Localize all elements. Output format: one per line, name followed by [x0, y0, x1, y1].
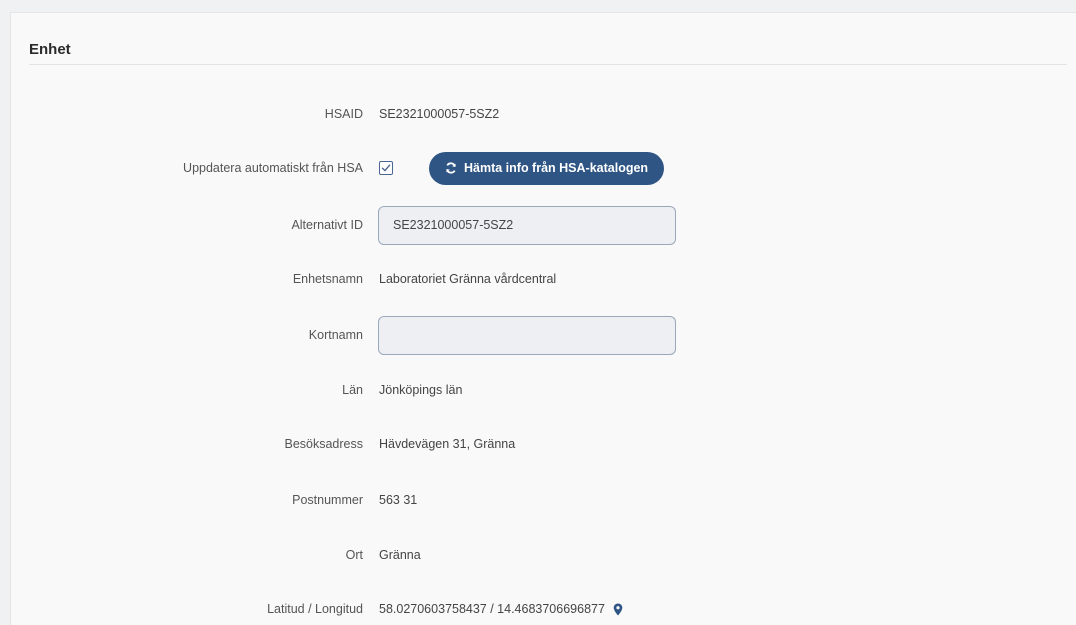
fetch-hsa-button[interactable]: Hämta info från HSA-katalogen	[429, 151, 665, 185]
county-value: Jönköpings län	[379, 383, 463, 397]
visit-address-value: Hävdevägen 31, Gränna	[379, 437, 516, 451]
alt-id-label: Alternativt ID	[291, 218, 363, 232]
city-value: Gränna	[379, 548, 421, 562]
county-row: Län Jönköpings län	[11, 380, 1076, 400]
coordinates-label: Latitud / Longitud	[267, 602, 363, 616]
section-divider	[29, 64, 1067, 65]
check-icon	[381, 164, 391, 172]
hsaid-row: HSAID SE2321000057-5SZ2	[11, 104, 1076, 124]
section-title: Enhet	[29, 41, 71, 58]
short-name-wrapper	[378, 315, 676, 355]
alt-id-wrapper	[378, 205, 676, 245]
unit-name-row: Enhetsnamn Laboratoriet Gränna vårdcentr…	[11, 269, 1076, 289]
hsaid-label: HSAID	[324, 107, 363, 121]
unit-name-label: Enhetsnamn	[292, 272, 363, 286]
auto-update-checkbox[interactable]	[379, 161, 393, 175]
auto-update-controls: Hämta info från HSA-katalogen	[379, 151, 665, 185]
postal-code-row: Postnummer 563 31	[11, 490, 1076, 510]
unit-name-value: Laboratoriet Gränna vårdcentral	[379, 272, 557, 286]
postal-code-value: 563 31	[379, 493, 418, 507]
refresh-icon	[446, 162, 456, 174]
auto-update-row: Uppdatera automatiskt från HSA Hämta inf…	[11, 151, 1076, 185]
short-name-label: Kortnamn	[308, 328, 363, 342]
hsaid-value: SE2321000057-5SZ2	[379, 107, 500, 121]
coordinates-wrapper: 58.0270603758437 / 14.4683706696877	[379, 602, 623, 616]
alt-id-row: Alternativt ID	[11, 205, 1076, 245]
postal-code-label: Postnummer	[292, 493, 363, 507]
short-name-row: Kortnamn	[11, 315, 1076, 355]
coordinates-value: 58.0270603758437 / 14.4683706696877	[379, 602, 605, 616]
city-row: Ort Gränna	[11, 545, 1076, 565]
visit-address-label: Besöksadress	[284, 437, 363, 451]
county-label: Län	[342, 383, 363, 397]
alt-id-input[interactable]	[378, 205, 676, 245]
fetch-hsa-button-label: Hämta info från HSA-katalogen	[464, 161, 649, 175]
coordinates-row: Latitud / Longitud 58.0270603758437 / 14…	[11, 599, 1076, 619]
city-label: Ort	[345, 548, 363, 562]
auto-update-label: Uppdatera automatiskt från HSA	[183, 161, 363, 175]
short-name-input[interactable]	[378, 315, 676, 355]
unit-card: Enhet HSAID SE2321000057-5SZ2 Uppdatera …	[10, 12, 1076, 625]
visit-address-row: Besöksadress Hävdevägen 31, Gränna	[11, 434, 1076, 454]
map-pin-icon[interactable]	[613, 603, 623, 616]
